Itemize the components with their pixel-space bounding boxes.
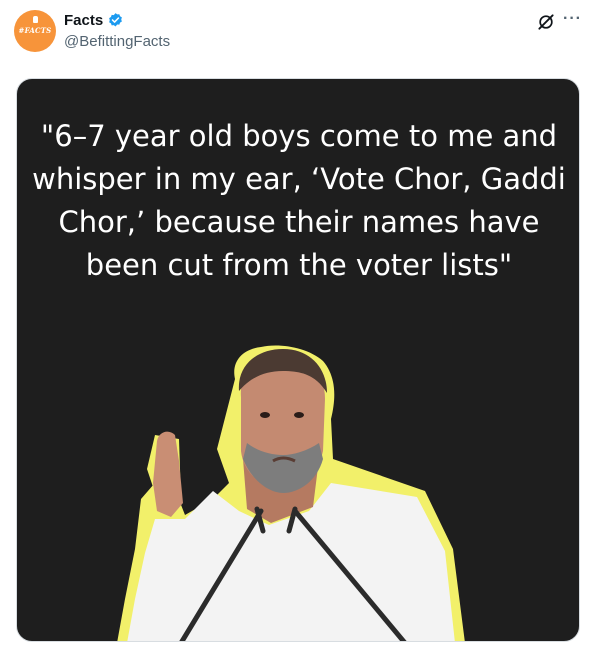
avatar-text: #FACTS [18,26,52,35]
verified-badge-icon[interactable] [107,12,124,29]
author-name[interactable]: Facts [64,12,103,29]
grok-icon[interactable] [536,12,556,32]
avatar[interactable]: #FACTS [14,10,56,52]
more-icon[interactable]: ··· [563,10,582,28]
speaker-figure [117,345,465,641]
tweet-media[interactable]: "6–7 year old boys come to me and whispe… [16,78,580,642]
author-row: Facts [64,12,124,29]
avatar-mark-icon [33,16,38,23]
author-handle[interactable]: @BefittingFacts [64,33,170,50]
speaker-head [238,349,327,493]
